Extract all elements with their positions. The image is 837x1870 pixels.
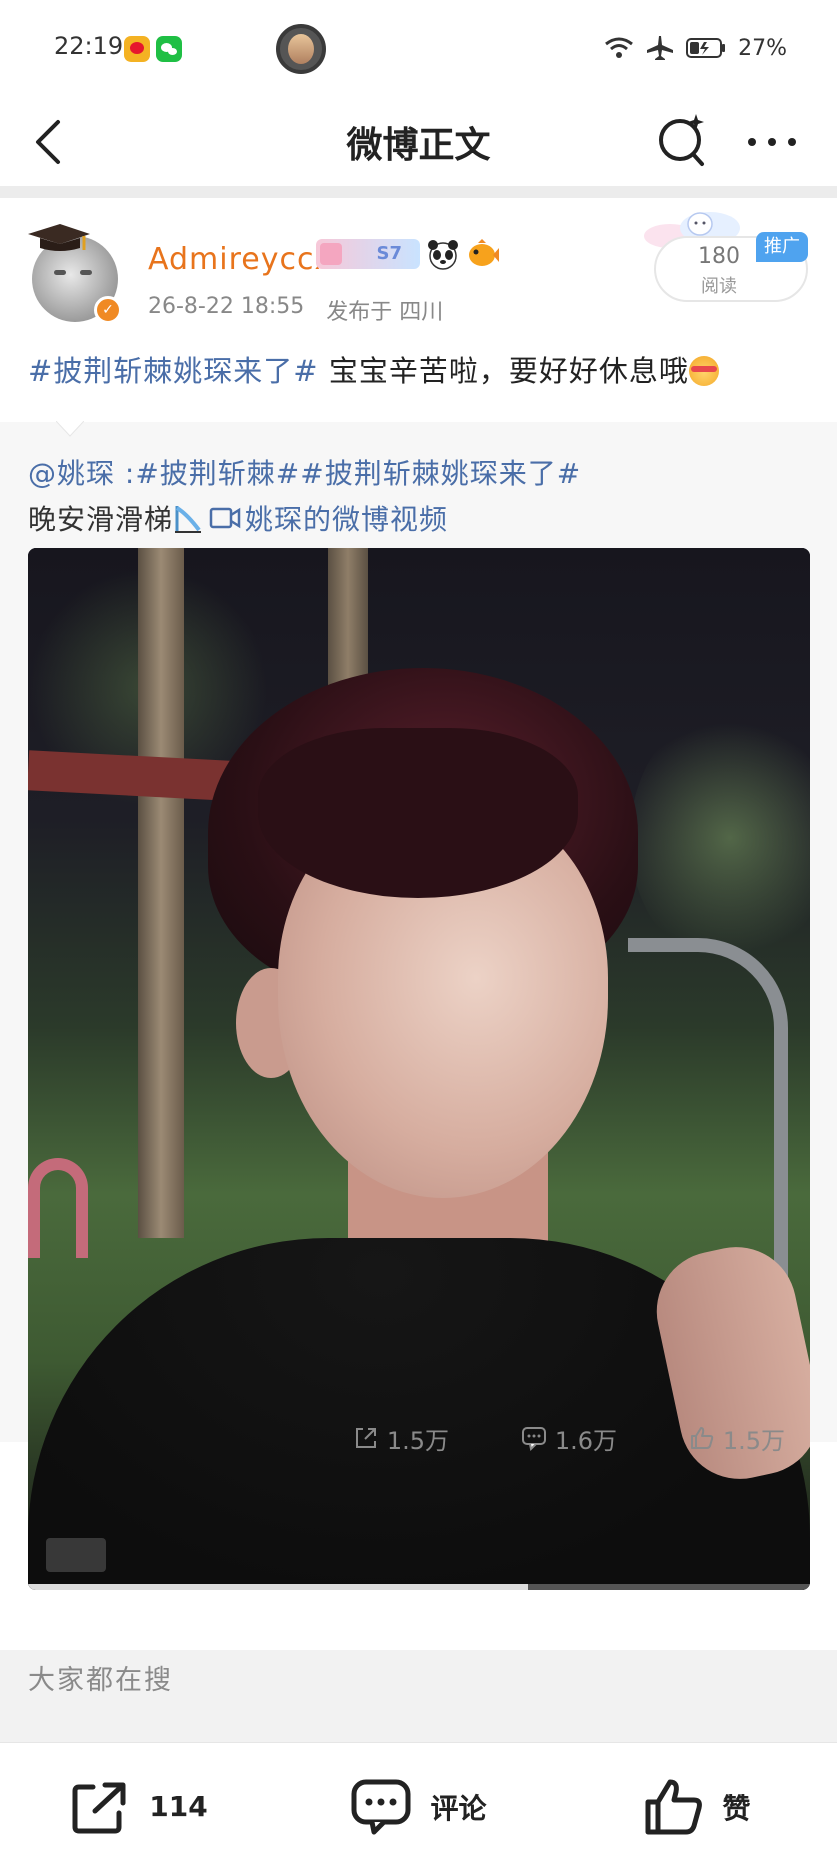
comment-label: 评论 [430, 1791, 487, 1825]
like-button[interactable]: 赞 [558, 1743, 837, 1870]
post-location: 发布于 四川 [326, 300, 444, 325]
panda-icon [428, 240, 458, 270]
user-badges: S7 [316, 238, 500, 270]
avatar-icon [276, 24, 326, 74]
share-icon [355, 1428, 376, 1448]
video-subject-fringe [258, 728, 578, 898]
more-icon[interactable] [742, 114, 802, 170]
repost-share-count: 1.5万 [386, 1426, 449, 1455]
video-progress-bar[interactable] [28, 1584, 810, 1590]
video-camera-icon [209, 507, 241, 529]
status-time: 22:19 [54, 32, 124, 60]
comment-icon [351, 1779, 411, 1834]
nav-bar: 微博正文 [0, 96, 837, 198]
graduation-cap-icon [28, 224, 90, 251]
repost-caption: 晚安滑滑梯 [28, 503, 174, 536]
battery-icon [686, 37, 726, 59]
video-link-label: 姚琛的微博视频 [245, 503, 449, 536]
member-level-badge[interactable]: S7 [316, 239, 420, 269]
wifi-icon [604, 36, 634, 60]
video-bg-swing [28, 1158, 88, 1258]
like-icon [645, 1779, 703, 1834]
repost-block[interactable]: @姚琛 :#披荆斩棘##披荆斩棘姚琛来了# 晚安滑滑梯 姚琛的微博视频 [0, 421, 837, 1590]
airplane-mode-icon [646, 35, 674, 61]
verified-badge-icon: ✓ [94, 296, 122, 324]
share-button[interactable]: 114 [0, 1743, 279, 1870]
post-text: #披荆斩棘姚琛来了# 宝宝辛苦啦，要好好休息哦 [28, 348, 818, 394]
video-bg-palm [138, 548, 184, 1238]
weibo-icon [124, 36, 150, 62]
user-avatar[interactable]: ✓ [26, 222, 122, 324]
post-meta: 26-8-22 18:55 发布于 四川 [148, 294, 443, 326]
comment-button[interactable]: 评论 [279, 1743, 558, 1870]
repost-comment-button[interactable]: 1.6万 [449, 1398, 617, 1478]
repost-author-hashtags[interactable]: @姚琛 :#披荆斩棘##披荆斩棘姚琛来了# [28, 452, 581, 492]
repost-text: 晚安滑滑梯 姚琛的微博视频 [28, 498, 448, 538]
fish-icon [469, 239, 499, 266]
post-hashtag-link[interactable]: #披荆斩棘姚琛来了# [28, 354, 319, 388]
status-bar: 22:19 27% [0, 0, 837, 96]
trending-title: 大家都在搜 [28, 1665, 173, 1696]
share-icon [72, 1782, 126, 1833]
status-indicators: 27% [604, 30, 787, 66]
video-progress-fill [28, 1584, 529, 1590]
post-body: 宝宝辛苦啦，要好好休息哦 [318, 354, 689, 388]
username[interactable]: Admireyccx [148, 242, 333, 277]
slide-emoji-icon [175, 506, 202, 533]
like-icon [690, 1427, 714, 1449]
trending-section: 大家都在搜 [0, 1665, 837, 1740]
promo-tag: 推广 [756, 232, 808, 262]
repost-share-button[interactable]: 1.5万 [281, 1398, 449, 1478]
like-label: 赞 [722, 1791, 751, 1825]
search-icon[interactable] [652, 110, 712, 172]
tired-face-emoji-icon [688, 356, 719, 386]
video-link[interactable]: 姚琛的微博视频 [209, 498, 448, 538]
comment-icon [521, 1427, 546, 1451]
bottom-toolbar: 114 评论 赞 [0, 1742, 837, 1870]
caret-icon [56, 421, 84, 437]
wechat-icon [156, 36, 182, 62]
share-count: 114 [149, 1790, 208, 1823]
repost-comment-count: 1.6万 [554, 1426, 617, 1455]
video-watermark [46, 1538, 106, 1572]
repost-actions: 1.5万 1.6万 1.5万 [0, 1398, 837, 1478]
post-timestamp: 26-8-22 18:55 [148, 294, 305, 319]
repost-like-count: 1.5万 [722, 1426, 785, 1455]
read-label: 阅读 [701, 276, 737, 297]
battery-percentage: 27% [738, 35, 787, 61]
repost-like-button[interactable]: 1.5万 [617, 1398, 785, 1478]
video-bg-rail [628, 938, 788, 1278]
